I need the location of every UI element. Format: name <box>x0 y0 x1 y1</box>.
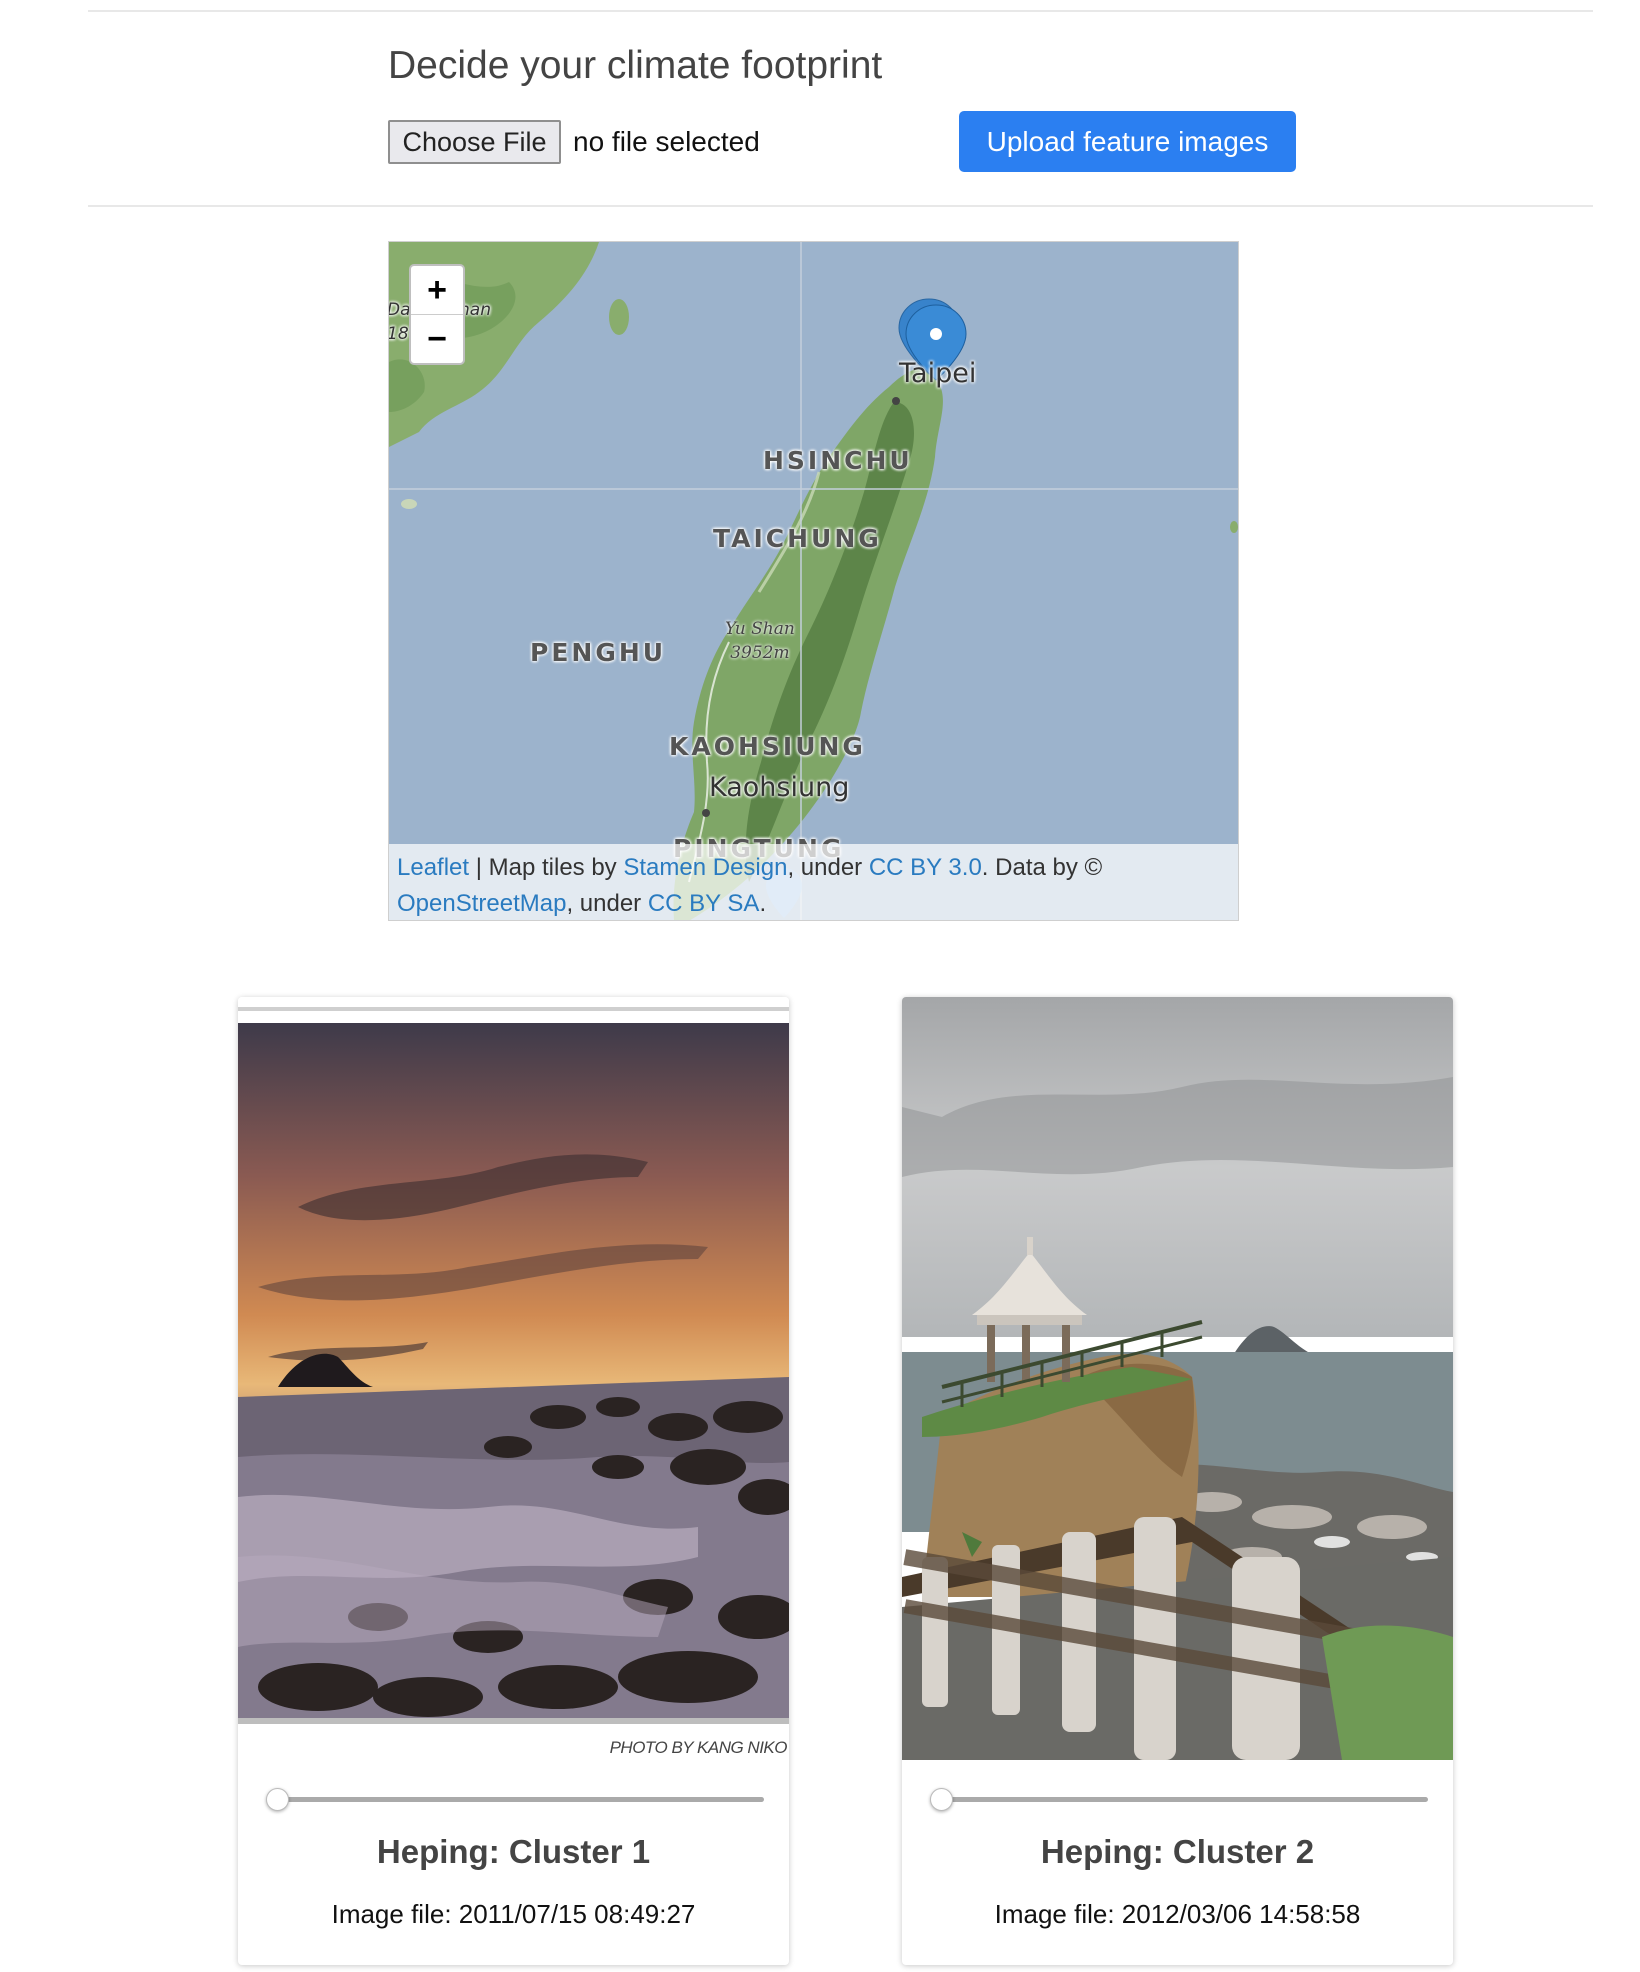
osm-link[interactable]: OpenStreetMap <box>397 890 566 917</box>
zoom-in-button[interactable]: + <box>411 266 463 314</box>
image-slider-track[interactable] <box>940 1797 1428 1802</box>
map-zoom-control: + − <box>409 264 465 365</box>
cc-by-link[interactable]: CC BY 3.0 <box>869 854 982 881</box>
top-divider <box>88 10 1593 12</box>
cluster-card-2: Heping: Cluster 2 Image file: 2012/03/06… <box>902 997 1453 1965</box>
map-label-penghu: PENGHU <box>530 638 667 667</box>
card-title: Heping: Cluster 2 <box>1040 1833 1315 1870</box>
peak-height: 3952m <box>730 643 790 663</box>
photo-credit: PHOTO BY KANG NIKO <box>609 1738 788 1757</box>
attribution-text: , under <box>566 890 648 917</box>
cluster-card-1: PHOTO BY KANG NIKO Heping: Cluster 1 Ima… <box>238 997 789 1965</box>
zoom-out-button[interactable]: − <box>411 314 463 363</box>
image-slider-track[interactable] <box>276 1797 764 1802</box>
stamen-link[interactable]: Stamen Design <box>623 854 787 881</box>
choose-file-button[interactable]: Choose File <box>388 120 561 164</box>
image-slider-thumb[interactable] <box>266 1788 289 1811</box>
page-title: Decide your climate footprint <box>388 44 883 87</box>
map-label-corner-da: Da <box>388 300 411 320</box>
card-title: Heping: Cluster 1 <box>376 1833 651 1870</box>
file-status-text: no file selected <box>573 126 760 157</box>
attribution-text: . <box>759 890 767 917</box>
map-label-kaohsiung: Kaohsiung <box>709 772 850 803</box>
map-label-kaohsiung-region: KAOHSIUNG <box>669 732 866 761</box>
map-label-taipei: Taipei <box>899 358 977 389</box>
attribution-text: . Data by © <box>981 854 1103 881</box>
leaflet-link[interactable]: Leaflet <box>397 854 469 881</box>
coastal-pavilion-photo <box>902 997 1453 1760</box>
cc-by-sa-link[interactable]: CC BY SA <box>648 890 760 917</box>
card-image-file: Image file: 2012/03/06 14:58:58 <box>994 1899 1361 1929</box>
file-picker: Choose File no file selected <box>388 120 760 164</box>
map-tiles <box>389 242 1238 920</box>
upload-feature-images-button[interactable]: Upload feature images <box>959 111 1296 172</box>
map-label-corner-18: 18 <box>388 324 409 344</box>
sunset-coast-photo <box>238 997 789 1757</box>
map-label-hsinchu: HSINCHU <box>763 446 913 475</box>
attribution-text: , under <box>787 854 869 881</box>
header-divider <box>88 205 1593 207</box>
peak-name: Yu Shan <box>725 619 795 639</box>
map-view[interactable]: Da han 18 HSINCHU TAICHUNG PENGHU KAOHSI… <box>388 241 1239 921</box>
card-image-file: Image file: 2011/07/15 08:49:27 <box>331 1899 696 1929</box>
map-label-yushan: Yu Shan 3952m <box>725 617 795 665</box>
attribution-text: | Map tiles by <box>469 854 624 881</box>
map-label-taichung: TAICHUNG <box>713 524 882 553</box>
image-slider-thumb[interactable] <box>930 1788 953 1811</box>
map-attribution: Leaflet | Map tiles by Stamen Design, un… <box>389 844 1238 920</box>
